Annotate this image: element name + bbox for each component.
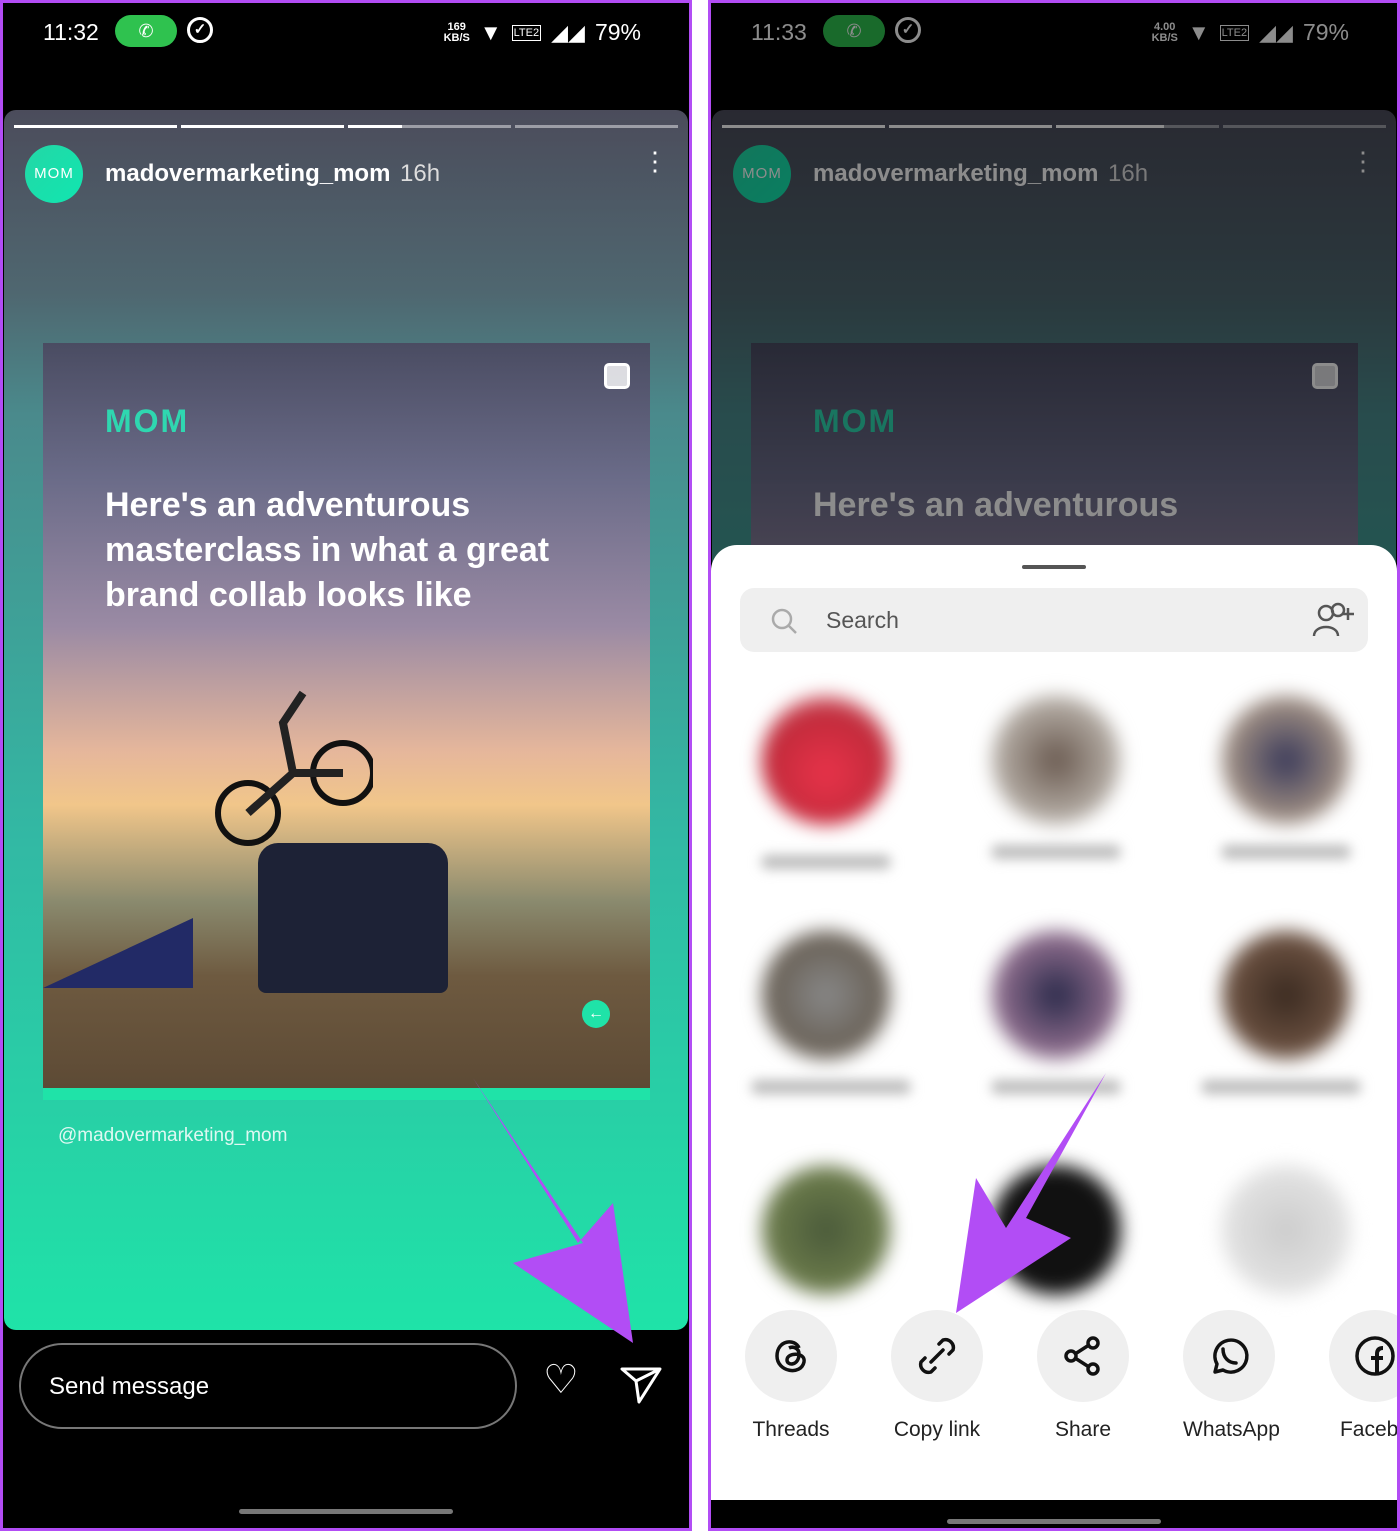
status-time: 11:32 [43, 19, 99, 45]
signal-icon: ◢◢ [551, 19, 585, 45]
share-label: Copy link [893, 1418, 981, 1441]
back-arrow-icon: ← [582, 1000, 610, 1028]
wifi-icon: ▼ [479, 19, 502, 45]
nav-bar [711, 1500, 1397, 1528]
contact-name [751, 1080, 911, 1094]
story-progress [14, 125, 678, 128]
contact-name [1221, 845, 1351, 859]
bike-rider-image [215, 690, 373, 846]
heart-icon[interactable]: ♡ [543, 1360, 579, 1400]
search-icon [771, 608, 797, 634]
home-indicator[interactable] [239, 1509, 453, 1514]
contact-avatar[interactable] [761, 695, 891, 825]
share-sheet: Search Threads Copy link Share WhatsApp … [711, 545, 1397, 1500]
whatsapp-icon [1213, 1338, 1249, 1374]
battery-level: 79% [594, 19, 641, 45]
mention[interactable]: @madovermarketing_mom [58, 1125, 287, 1147]
share-icon [1064, 1336, 1100, 1376]
link-icon [918, 1337, 956, 1375]
progress-segment [515, 125, 678, 128]
share-copy-link[interactable]: Copy link [891, 1310, 983, 1442]
share-facebook[interactable]: Facebo [1329, 1310, 1399, 1442]
send-icon[interactable] [619, 1365, 663, 1405]
search-placeholder: Search [826, 607, 899, 633]
post-headline: Here's an adventurous masterclass in wha… [105, 486, 550, 614]
volte-icon: LTE2 [511, 24, 542, 41]
progress-segment [348, 125, 511, 128]
avatar[interactable]: MOM [25, 145, 83, 203]
share-sheet-screen: 11:33 ✆ ✓ 4.00 KB/S ▼ LTE2 ◢◢ 79% MOM mad… [708, 0, 1400, 1531]
share-label: Facebo [1339, 1418, 1399, 1441]
pointer-arrow-icon [956, 1073, 1106, 1313]
carousel-icon [604, 363, 630, 389]
username[interactable]: madovermarketing_mom [105, 160, 390, 188]
contact-name [761, 855, 891, 869]
share-whatsapp[interactable]: WhatsApp [1183, 1310, 1280, 1442]
status-bar: 11:32 ✆ ✓ 169 KB/S ▼ LTE2 ◢◢ 79% [3, 3, 689, 63]
contact-avatar[interactable] [761, 930, 891, 1060]
contact-avatar[interactable] [1221, 695, 1351, 825]
contact-name [991, 845, 1121, 859]
story-screen: 11:32 ✆ ✓ 169 KB/S ▼ LTE2 ◢◢ 79% MOM mado… [0, 0, 692, 1531]
shared-post[interactable]: MOM Here's an adventurous masterclass in… [43, 343, 650, 1100]
threads-icon [775, 1340, 806, 1373]
progress-segment [14, 125, 177, 128]
share-label: WhatsApp [1183, 1418, 1280, 1441]
share-share[interactable]: Share [1037, 1310, 1129, 1442]
brand-logo: MOM [105, 403, 190, 439]
ramp-image [43, 918, 193, 988]
ongoing-call-icon[interactable]: ✆ [115, 15, 177, 47]
car-image [258, 843, 448, 993]
contact-avatar[interactable] [991, 695, 1121, 825]
contact-avatar[interactable] [1221, 930, 1351, 1060]
contact-avatar[interactable] [1221, 1165, 1351, 1295]
share-label: Threads [752, 1418, 830, 1441]
time-ago: 16h [400, 160, 441, 187]
share-label: Share [1054, 1418, 1112, 1441]
contact-avatar[interactable] [761, 1165, 891, 1295]
contact-avatar[interactable] [991, 930, 1121, 1060]
check-icon: ✓ [187, 17, 213, 43]
add-people-icon[interactable] [1312, 602, 1356, 638]
share-threads[interactable]: Threads [745, 1310, 837, 1442]
contact-name [1201, 1080, 1361, 1094]
send-message-input[interactable]: Send message [19, 1343, 517, 1429]
pointer-arrow-icon [473, 1078, 633, 1343]
more-options-icon[interactable]: ⋮ [642, 148, 668, 174]
share-options-row: Threads Copy link Share WhatsApp Facebo [745, 1310, 1399, 1442]
network-speed: 169 KB/S [443, 20, 470, 44]
progress-segment [181, 125, 344, 128]
facebook-icon [1355, 1336, 1395, 1376]
home-indicator[interactable] [947, 1519, 1161, 1524]
search-input[interactable]: Search [740, 588, 1368, 652]
drag-handle[interactable] [1022, 565, 1086, 569]
